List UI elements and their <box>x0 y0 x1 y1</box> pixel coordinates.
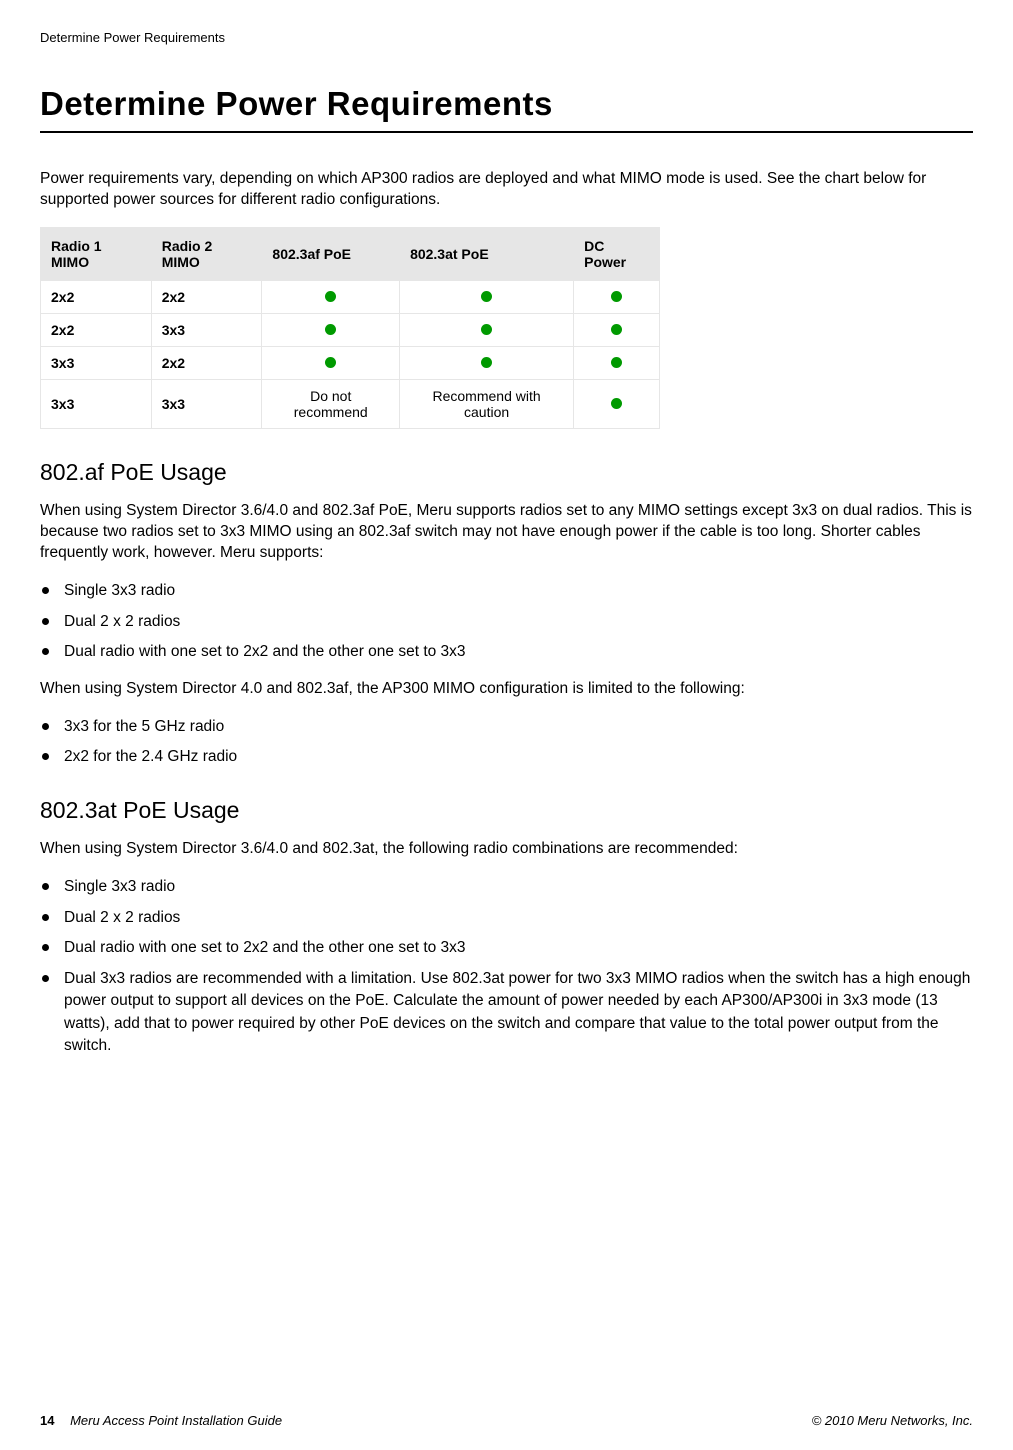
supported-dot-icon <box>611 324 622 335</box>
list-item: Single 3x3 radio <box>40 580 973 602</box>
table-row: 3x33x3Do not recommendRecommend with cau… <box>41 379 660 428</box>
list-item: Dual radio with one set to 2x2 and the o… <box>40 641 973 663</box>
intro-paragraph: Power requirements vary, depending on wh… <box>40 169 973 211</box>
cell-af <box>262 280 400 313</box>
list-item: Single 3x3 radio <box>40 876 973 898</box>
cell-af: Do not recommend <box>262 379 400 428</box>
footer-pagenum: 14 <box>40 1413 54 1428</box>
supported-dot-icon <box>611 357 622 368</box>
cell-radio2: 3x3 <box>151 313 262 346</box>
list-item: Dual 2 x 2 radios <box>40 611 973 633</box>
cell-dc <box>574 346 660 379</box>
table-row: 2x22x2 <box>41 280 660 313</box>
col-dc: DC Power <box>574 227 660 280</box>
at-list-1: Single 3x3 radio Dual 2 x 2 radios Dual ra… <box>40 876 973 1057</box>
supported-dot-icon <box>611 398 622 409</box>
at-paragraph-1: When using System Director 3.6/4.0 and 8… <box>40 839 973 860</box>
footer-doc: Meru Access Point Installation Guide <box>70 1413 282 1428</box>
cell-radio2: 2x2 <box>151 280 262 313</box>
footer-copyright: © 2010 Meru Networks, Inc. <box>812 1413 973 1428</box>
cell-radio2: 2x2 <box>151 346 262 379</box>
table-row: 2x23x3 <box>41 313 660 346</box>
cell-radio1: 3x3 <box>41 379 152 428</box>
footer-left: 14 Meru Access Point Installation Guide <box>40 1413 282 1428</box>
cell-at <box>400 346 574 379</box>
power-table: Radio 1 MIMO Radio 2 MIMO 802.3af PoE 80… <box>40 227 660 429</box>
col-at: 802.3at PoE <box>400 227 574 280</box>
table-body: 2x22x22x23x33x32x23x33x3Do not recommend… <box>41 280 660 428</box>
cell-radio1: 2x2 <box>41 313 152 346</box>
cell-radio2: 3x3 <box>151 379 262 428</box>
cell-af <box>262 313 400 346</box>
af-list-1: Single 3x3 radio Dual 2 x 2 radios Dual ra… <box>40 580 973 663</box>
cell-at <box>400 280 574 313</box>
cell-dc <box>574 313 660 346</box>
running-header: Determine Power Requirements <box>40 30 973 45</box>
cell-af <box>262 346 400 379</box>
section-af-title: 802.af PoE Usage <box>40 459 973 486</box>
list-item: Dual 2 x 2 radios <box>40 907 973 929</box>
supported-dot-icon <box>481 291 492 302</box>
af-list-2: 3x3 for the 5 GHz radio 2x2 for the 2.4 G… <box>40 716 973 769</box>
cell-at <box>400 313 574 346</box>
col-af: 802.3af PoE <box>262 227 400 280</box>
table-header-row: Radio 1 MIMO Radio 2 MIMO 802.3af PoE 80… <box>41 227 660 280</box>
supported-dot-icon <box>481 357 492 368</box>
section-at-title: 802.3at PoE Usage <box>40 797 973 824</box>
col-radio1: Radio 1 MIMO <box>41 227 152 280</box>
list-item: Dual radio with one set to 2x2 and the o… <box>40 937 973 959</box>
cell-at: Recommend with caution <box>400 379 574 428</box>
table-row: 3x32x2 <box>41 346 660 379</box>
cell-dc <box>574 280 660 313</box>
supported-dot-icon <box>325 357 336 368</box>
supported-dot-icon <box>481 324 492 335</box>
supported-dot-icon <box>611 291 622 302</box>
cell-radio1: 3x3 <box>41 346 152 379</box>
title-rule <box>40 131 973 133</box>
cell-radio1: 2x2 <box>41 280 152 313</box>
af-paragraph-1: When using System Director 3.6/4.0 and 8… <box>40 501 973 564</box>
supported-dot-icon <box>325 291 336 302</box>
page-title: Determine Power Requirements <box>40 85 973 123</box>
cell-dc <box>574 379 660 428</box>
page-footer: 14 Meru Access Point Installation Guide … <box>40 1413 973 1428</box>
list-item: Dual 3x3 radios are recommended with a l… <box>40 968 973 1058</box>
supported-dot-icon <box>325 324 336 335</box>
list-item: 2x2 for the 2.4 GHz radio <box>40 746 973 768</box>
col-radio2: Radio 2 MIMO <box>151 227 262 280</box>
af-paragraph-2: When using System Director 4.0 and 802.3… <box>40 679 973 700</box>
list-item: 3x3 for the 5 GHz radio <box>40 716 973 738</box>
